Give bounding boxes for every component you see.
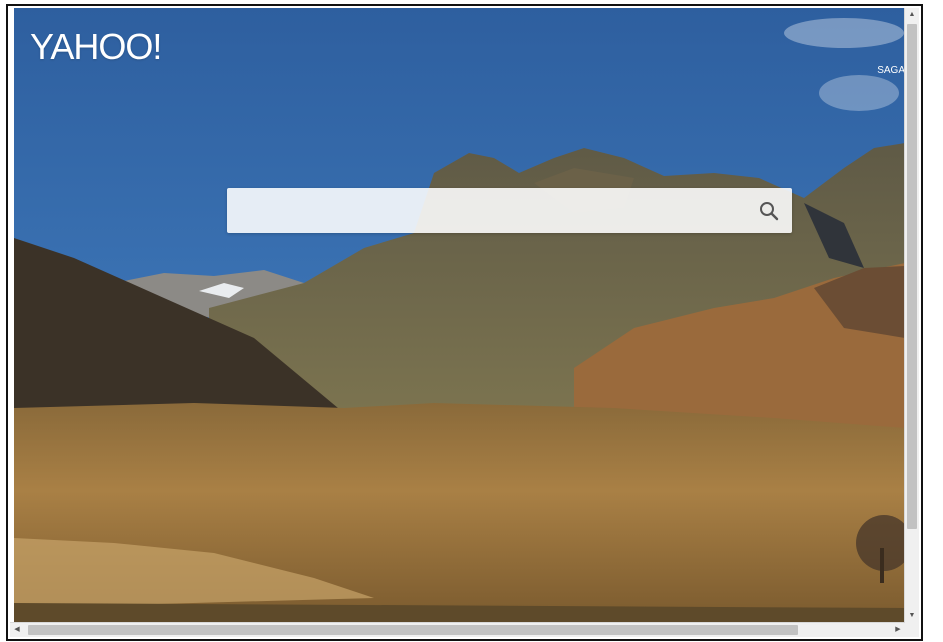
scroll-up-icon[interactable]: ▲ (905, 8, 919, 22)
scroll-left-icon[interactable]: ◀ (10, 623, 24, 637)
scroll-down-icon[interactable]: ▼ (905, 609, 919, 623)
top-right-link[interactable]: SAGA (877, 65, 905, 76)
scrollbar-horizontal[interactable]: ◀ ▶ (10, 622, 905, 637)
browser-window: YAHOO! SAGA ▲ ▼ ◀ ▶ (6, 4, 923, 641)
search-button[interactable] (758, 200, 780, 222)
page-viewport: YAHOO! SAGA (14, 8, 905, 623)
search-icon (760, 202, 779, 221)
yahoo-logo[interactable]: YAHOO! (30, 26, 162, 68)
background-landscape (14, 8, 905, 623)
scrollbar-thumb-horizontal[interactable] (28, 625, 798, 635)
search-input[interactable] (227, 188, 747, 233)
scrollbar-thumb-vertical[interactable] (907, 24, 917, 529)
scrollbar-corner (905, 623, 919, 637)
scrollbar-vertical[interactable]: ▲ ▼ (904, 8, 919, 623)
scroll-right-icon[interactable]: ▶ (891, 623, 905, 637)
search-box (227, 188, 792, 233)
